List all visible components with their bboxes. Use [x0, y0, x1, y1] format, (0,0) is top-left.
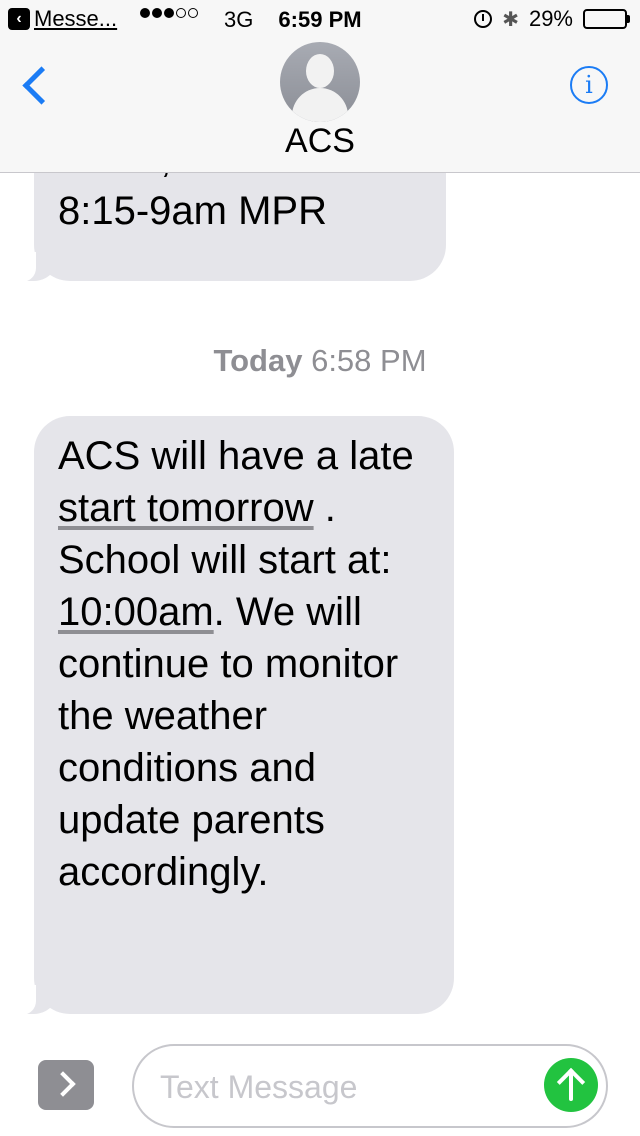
info-icon[interactable]: i: [570, 66, 608, 104]
battery-percent: 29%: [528, 6, 573, 31]
back-button[interactable]: [16, 62, 60, 112]
battery-icon: [583, 9, 630, 29]
message-thread[interactable]: Thurs, Jan 26 8:15-9am MPR Today 6:58 PM…: [0, 173, 640, 1023]
message-timestamp: Today 6:58 PM: [0, 343, 640, 379]
contact-avatar[interactable]: [280, 42, 360, 122]
conversation-header: ACS i: [0, 40, 640, 173]
message-field[interactable]: [132, 1044, 608, 1128]
timestamp-day: Today: [213, 343, 303, 378]
contact-name[interactable]: ACS: [0, 122, 640, 161]
avatar-icon: [306, 54, 334, 88]
message-text: . We will continue to monitor the weathe…: [58, 590, 399, 894]
message-bubble[interactable]: ACS will have a late start tomorrow . Sc…: [16, 416, 454, 1015]
timestamp-time: 6:58 PM: [311, 343, 427, 378]
network-type: 3G: [224, 7, 254, 32]
send-arrow-icon[interactable]: [544, 1058, 598, 1112]
message-input[interactable]: [158, 1066, 542, 1108]
bluetooth-icon: ✱: [502, 8, 519, 31]
message-bubble-previous[interactable]: Thurs, Jan 26 8:15-9am MPR: [16, 173, 446, 282]
back-to-app-link[interactable]: ‹ Messe...: [8, 6, 117, 32]
message-text: late: [349, 434, 414, 478]
alarm-icon: [474, 10, 493, 28]
time-link[interactable]: 10:00am: [58, 590, 214, 634]
expand-icon[interactable]: [38, 1060, 94, 1110]
signal-strength-icon: [140, 8, 198, 18]
previous-message-line: Thurs, Jan 26: [58, 173, 422, 185]
back-app-label: Messe...: [34, 6, 118, 31]
compose-bar: [0, 1030, 640, 1136]
back-chevron-icon: ‹: [8, 8, 30, 30]
date-link[interactable]: start tomorrow: [58, 486, 314, 530]
status-bar: ‹ Messe... 3G 6:59 PM ✱ 29%: [0, 0, 640, 40]
previous-message-line: 8:15-9am MPR: [58, 189, 327, 233]
message-text: ACS will have a: [58, 434, 339, 478]
